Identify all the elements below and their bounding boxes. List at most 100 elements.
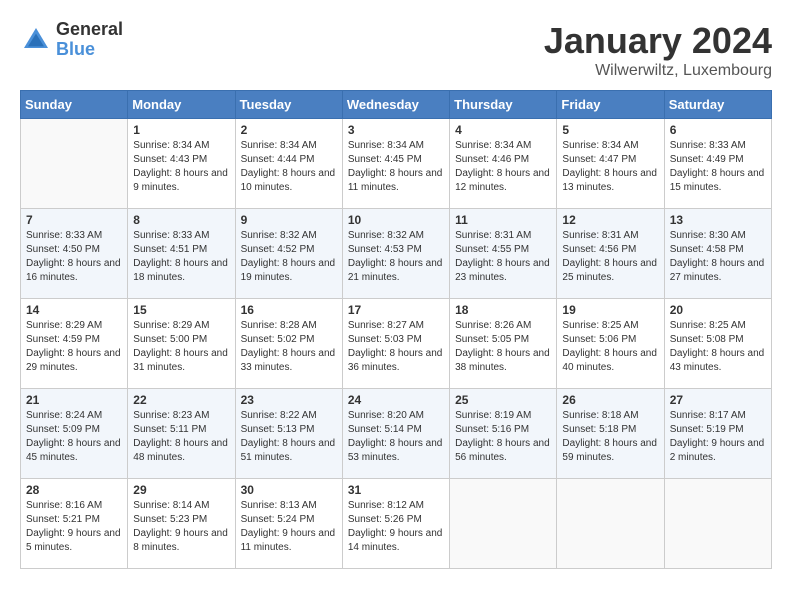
calendar-cell: 19Sunrise: 8:25 AM Sunset: 5:06 PM Dayli… <box>557 299 664 389</box>
day-info: Sunrise: 8:20 AM Sunset: 5:14 PM Dayligh… <box>348 409 444 465</box>
day-info: Sunrise: 8:24 AM Sunset: 5:09 PM Dayligh… <box>26 409 122 465</box>
day-info: Sunrise: 8:33 AM Sunset: 4:50 PM Dayligh… <box>26 229 122 285</box>
day-info: Sunrise: 8:13 AM Sunset: 5:24 PM Dayligh… <box>241 499 337 555</box>
calendar-cell: 24 Sunrise: 8:20 AM Sunset: 5:14 PM Dayli… <box>342 389 449 479</box>
day-number: 18 <box>455 303 551 317</box>
day-info: Sunrise: 8:28 AM Sunset: 5:02 PM Dayligh… <box>241 319 337 375</box>
calendar-cell: 22Sunrise: 8:23 AM Sunset: 5:11 PM Dayli… <box>128 389 235 479</box>
logo: General Blue <box>20 20 123 60</box>
calendar-cell: 10Sunrise: 8:32 AM Sunset: 4:53 PM Dayli… <box>342 209 449 299</box>
day-info: Sunrise: 8:27 AM Sunset: 5:03 PM Dayligh… <box>348 319 444 375</box>
calendar-week-row: 7Sunrise: 8:33 AM Sunset: 4:50 PM Daylig… <box>21 209 772 299</box>
calendar-cell: 12Sunrise: 8:31 AM Sunset: 4:56 PM Dayli… <box>557 209 664 299</box>
calendar-cell: 3 Sunrise: 8:34 AM Sunset: 4:45 PM Daylig… <box>342 119 449 209</box>
day-info: Sunrise: 8:25 AM Sunset: 5:06 PM Dayligh… <box>562 319 658 375</box>
calendar-cell: 25 Sunrise: 8:19 AM Sunset: 5:16 PM Dayli… <box>450 389 557 479</box>
calendar-cell: 17Sunrise: 8:27 AM Sunset: 5:03 PM Dayli… <box>342 299 449 389</box>
column-header-sunday: Sunday <box>21 91 128 119</box>
day-info: Sunrise: 8:34 AM Sunset: 4:46 PM Dayligh… <box>455 139 551 195</box>
calendar-cell: 1 Sunrise: 8:34 AM Sunset: 4:43 PM Daylig… <box>128 119 235 209</box>
day-number: 31 <box>348 483 444 497</box>
calendar-cell <box>664 479 771 569</box>
day-number: 6 <box>670 123 766 137</box>
calendar-cell <box>557 479 664 569</box>
calendar-cell: 16 Sunrise: 8:28 AM Sunset: 5:02 PM Dayli… <box>235 299 342 389</box>
column-header-monday: Monday <box>128 91 235 119</box>
calendar-cell: 14 Sunrise: 8:29 AM Sunset: 4:59 PM Dayli… <box>21 299 128 389</box>
day-info: Sunrise: 8:22 AM Sunset: 5:13 PM Dayligh… <box>241 409 337 465</box>
calendar-cell: 21Sunrise: 8:24 AM Sunset: 5:09 PM Dayli… <box>21 389 128 479</box>
day-info: Sunrise: 8:33 AM Sunset: 4:49 PM Dayligh… <box>670 139 766 195</box>
logo-text: General Blue <box>56 20 123 60</box>
column-header-saturday: Saturday <box>664 91 771 119</box>
day-info: Sunrise: 8:12 AM Sunset: 5:26 PM Dayligh… <box>348 499 444 555</box>
day-info: Sunrise: 8:33 AM Sunset: 4:51 PM Dayligh… <box>133 229 229 285</box>
calendar-cell: 11Sunrise: 8:31 AM Sunset: 4:55 PM Dayli… <box>450 209 557 299</box>
column-header-wednesday: Wednesday <box>342 91 449 119</box>
title-block: January 2024 Wilwerwiltz, Luxembourg <box>544 20 772 80</box>
day-number: 2 <box>241 123 337 137</box>
day-info: Sunrise: 8:14 AM Sunset: 5:23 PM Dayligh… <box>133 499 229 555</box>
logo-blue-text: Blue <box>56 40 123 60</box>
day-info: Sunrise: 8:31 AM Sunset: 4:55 PM Dayligh… <box>455 229 551 285</box>
calendar-cell <box>450 479 557 569</box>
day-number: 27 <box>670 393 766 407</box>
calendar-cell: 30 Sunrise: 8:13 AM Sunset: 5:24 PM Dayli… <box>235 479 342 569</box>
calendar-cell: 26Sunrise: 8:18 AM Sunset: 5:18 PM Dayli… <box>557 389 664 479</box>
day-number: 26 <box>562 393 658 407</box>
calendar-cell: 31 Sunrise: 8:12 AM Sunset: 5:26 PM Dayli… <box>342 479 449 569</box>
column-header-friday: Friday <box>557 91 664 119</box>
day-number: 30 <box>241 483 337 497</box>
calendar-header-row: SundayMondayTuesdayWednesdayThursdayFrid… <box>21 91 772 119</box>
calendar-cell: 27 Sunrise: 8:17 AM Sunset: 5:19 PM Dayli… <box>664 389 771 479</box>
month-title: January 2024 <box>544 20 772 62</box>
column-header-tuesday: Tuesday <box>235 91 342 119</box>
day-number: 4 <box>455 123 551 137</box>
calendar-cell: 13 Sunrise: 8:30 AM Sunset: 4:58 PM Dayli… <box>664 209 771 299</box>
calendar-table: SundayMondayTuesdayWednesdayThursdayFrid… <box>20 90 772 569</box>
calendar-cell: 23 Sunrise: 8:22 AM Sunset: 5:13 PM Dayli… <box>235 389 342 479</box>
calendar-week-row: 28Sunrise: 8:16 AM Sunset: 5:21 PM Dayli… <box>21 479 772 569</box>
day-info: Sunrise: 8:26 AM Sunset: 5:05 PM Dayligh… <box>455 319 551 375</box>
day-number: 24 <box>348 393 444 407</box>
calendar-cell: 29 Sunrise: 8:14 AM Sunset: 5:23 PM Dayli… <box>128 479 235 569</box>
day-number: 14 <box>26 303 122 317</box>
day-info: Sunrise: 8:32 AM Sunset: 4:52 PM Dayligh… <box>241 229 337 285</box>
day-number: 10 <box>348 213 444 227</box>
day-number: 16 <box>241 303 337 317</box>
calendar-cell: 15 Sunrise: 8:29 AM Sunset: 5:00 PM Dayli… <box>128 299 235 389</box>
day-info: Sunrise: 8:31 AM Sunset: 4:56 PM Dayligh… <box>562 229 658 285</box>
calendar-cell: 2 Sunrise: 8:34 AM Sunset: 4:44 PM Daylig… <box>235 119 342 209</box>
day-number: 1 <box>133 123 229 137</box>
day-info: Sunrise: 8:34 AM Sunset: 4:43 PM Dayligh… <box>133 139 229 195</box>
location-text: Wilwerwiltz, Luxembourg <box>544 62 772 80</box>
column-header-thursday: Thursday <box>450 91 557 119</box>
calendar-week-row: 14 Sunrise: 8:29 AM Sunset: 4:59 PM Dayli… <box>21 299 772 389</box>
day-info: Sunrise: 8:34 AM Sunset: 4:44 PM Dayligh… <box>241 139 337 195</box>
day-number: 15 <box>133 303 229 317</box>
day-number: 23 <box>241 393 337 407</box>
day-info: Sunrise: 8:30 AM Sunset: 4:58 PM Dayligh… <box>670 229 766 285</box>
calendar-week-row: 21Sunrise: 8:24 AM Sunset: 5:09 PM Dayli… <box>21 389 772 479</box>
calendar-cell: 5 Sunrise: 8:34 AM Sunset: 4:47 PM Daylig… <box>557 119 664 209</box>
day-number: 5 <box>562 123 658 137</box>
day-info: Sunrise: 8:29 AM Sunset: 4:59 PM Dayligh… <box>26 319 122 375</box>
calendar-cell: 7Sunrise: 8:33 AM Sunset: 4:50 PM Daylig… <box>21 209 128 299</box>
calendar-cell <box>21 119 128 209</box>
day-info: Sunrise: 8:23 AM Sunset: 5:11 PM Dayligh… <box>133 409 229 465</box>
day-number: 9 <box>241 213 337 227</box>
day-number: 25 <box>455 393 551 407</box>
day-number: 20 <box>670 303 766 317</box>
calendar-cell: 28Sunrise: 8:16 AM Sunset: 5:21 PM Dayli… <box>21 479 128 569</box>
day-info: Sunrise: 8:34 AM Sunset: 4:47 PM Dayligh… <box>562 139 658 195</box>
day-number: 13 <box>670 213 766 227</box>
day-info: Sunrise: 8:29 AM Sunset: 5:00 PM Dayligh… <box>133 319 229 375</box>
logo-icon <box>20 24 52 56</box>
calendar-cell: 18 Sunrise: 8:26 AM Sunset: 5:05 PM Dayli… <box>450 299 557 389</box>
day-info: Sunrise: 8:17 AM Sunset: 5:19 PM Dayligh… <box>670 409 766 465</box>
day-number: 29 <box>133 483 229 497</box>
day-info: Sunrise: 8:19 AM Sunset: 5:16 PM Dayligh… <box>455 409 551 465</box>
day-info: Sunrise: 8:34 AM Sunset: 4:45 PM Dayligh… <box>348 139 444 195</box>
day-number: 3 <box>348 123 444 137</box>
calendar-cell: 9 Sunrise: 8:32 AM Sunset: 4:52 PM Daylig… <box>235 209 342 299</box>
